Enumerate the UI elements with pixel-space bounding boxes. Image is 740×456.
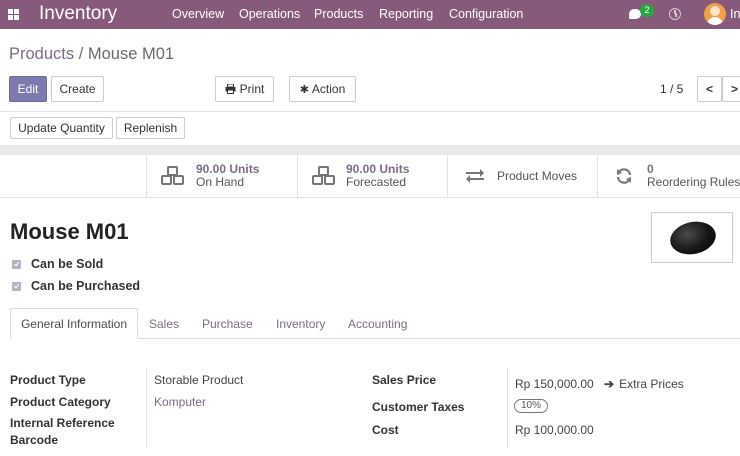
product-moves-label: Product Moves [497, 169, 578, 183]
chat-count-badge: 2 [640, 4, 654, 17]
refresh-icon [616, 168, 632, 184]
on-hand-smart-button[interactable]: 90.00 Units On Hand [146, 155, 297, 197]
product-type-value[interactable]: Storable Product [154, 373, 243, 387]
reordering-rules-label: Reordering Rules [647, 175, 740, 189]
pager-next-button[interactable]: > [722, 76, 740, 102]
on-hand-value: 90.00 Units [196, 162, 260, 176]
reordering-rules-smart-button[interactable]: 0 Reordering Rules [597, 155, 740, 197]
menu-products[interactable]: Products [314, 7, 363, 21]
cost-label: Cost [372, 423, 399, 437]
pager-previous-button[interactable]: < [697, 76, 722, 102]
tab-inventory[interactable]: Inventory [276, 317, 325, 331]
gear-icon: ✱ [299, 83, 309, 96]
product-type-label: Product Type [10, 373, 86, 387]
print-button[interactable]: Print [215, 76, 274, 102]
activity-clock-icon[interactable] [669, 8, 681, 20]
tab-sales[interactable]: Sales [149, 317, 179, 331]
can-be-purchased-checkbox[interactable] [12, 282, 21, 291]
product-category-value[interactable]: Komputer [154, 395, 206, 409]
user-avatar[interactable] [704, 3, 726, 25]
sales-price-value[interactable]: Rp 150,000.00 [515, 377, 594, 391]
print-icon [225, 84, 236, 94]
apps-menu-icon[interactable] [8, 9, 19, 20]
breadcrumb-current: Mouse M01 [87, 45, 175, 63]
mouse-image [667, 217, 719, 259]
menu-operations[interactable]: Operations [239, 7, 300, 21]
pager-counter[interactable]: 1 / 5 [660, 82, 683, 96]
print-label: Print [239, 82, 265, 96]
breadcrumb-products[interactable]: Products [9, 45, 74, 63]
internal-reference-label: Internal Reference [10, 416, 115, 430]
product-moves-smart-button[interactable]: Product Moves [447, 155, 597, 197]
cubes-icon [161, 166, 184, 185]
cubes-icon [312, 166, 335, 185]
extra-prices-label: Extra Prices [619, 377, 684, 391]
breadcrumb-separator: / [74, 45, 88, 63]
product-category-label: Product Category [10, 395, 111, 409]
user-name[interactable]: In [730, 7, 740, 21]
tab-general-information[interactable]: General Information [10, 308, 138, 339]
can-be-purchased-label: Can be Purchased [31, 279, 141, 293]
replenish-button[interactable]: Replenish [116, 117, 185, 139]
update-quantity-button[interactable]: Update Quantity [10, 117, 113, 139]
right-group-divider [507, 368, 508, 448]
chevron-left-icon: < [705, 82, 713, 96]
arrow-right-icon: ➔ [604, 377, 615, 391]
menu-reporting[interactable]: Reporting [379, 7, 433, 21]
chevron-right-icon: > [730, 82, 738, 96]
product-image[interactable] [651, 212, 733, 263]
cost-value[interactable]: Rp 100,000.00 [515, 423, 594, 437]
menu-configuration[interactable]: Configuration [449, 7, 523, 21]
forecasted-value: 90.00 Units [346, 162, 410, 176]
customer-taxes-tag[interactable]: 10% [514, 399, 549, 413]
smart-buttons-divider [0, 197, 740, 198]
statusbar [0, 145, 740, 155]
app-brand[interactable]: Inventory [39, 3, 117, 25]
tab-purchase[interactable]: Purchase [202, 317, 253, 331]
edit-button[interactable]: Edit [9, 76, 47, 102]
forecasted-smart-button[interactable]: 90.00 Units Forecasted [297, 155, 447, 197]
top-navbar: Inventory Overview Operations Products R… [0, 0, 740, 29]
sales-price-label: Sales Price [372, 373, 437, 387]
barcode-label: Barcode [10, 433, 59, 447]
on-hand-label: On Hand [196, 175, 245, 189]
extra-prices-button[interactable]: ➔ Extra Prices [604, 377, 684, 391]
can-be-sold-label: Can be Sold [31, 257, 104, 271]
action-button[interactable]: ✱ Action [289, 76, 356, 102]
can-be-sold-checkbox[interactable] [12, 260, 21, 269]
breadcrumb: Products / Mouse M01 [9, 45, 174, 64]
forecasted-label: Forecasted [346, 175, 407, 189]
create-button[interactable]: Create [51, 76, 104, 102]
left-group-divider [146, 368, 147, 448]
reordering-rules-count: 0 [647, 162, 654, 176]
menu-overview[interactable]: Overview [172, 7, 224, 21]
action-label: Action [311, 82, 346, 96]
control-panel-divider [0, 111, 740, 112]
exchange-icon [466, 169, 484, 183]
tab-accounting[interactable]: Accounting [348, 317, 407, 331]
customer-taxes-label: Customer Taxes [372, 400, 465, 414]
product-name: Mouse M01 [10, 219, 129, 244]
